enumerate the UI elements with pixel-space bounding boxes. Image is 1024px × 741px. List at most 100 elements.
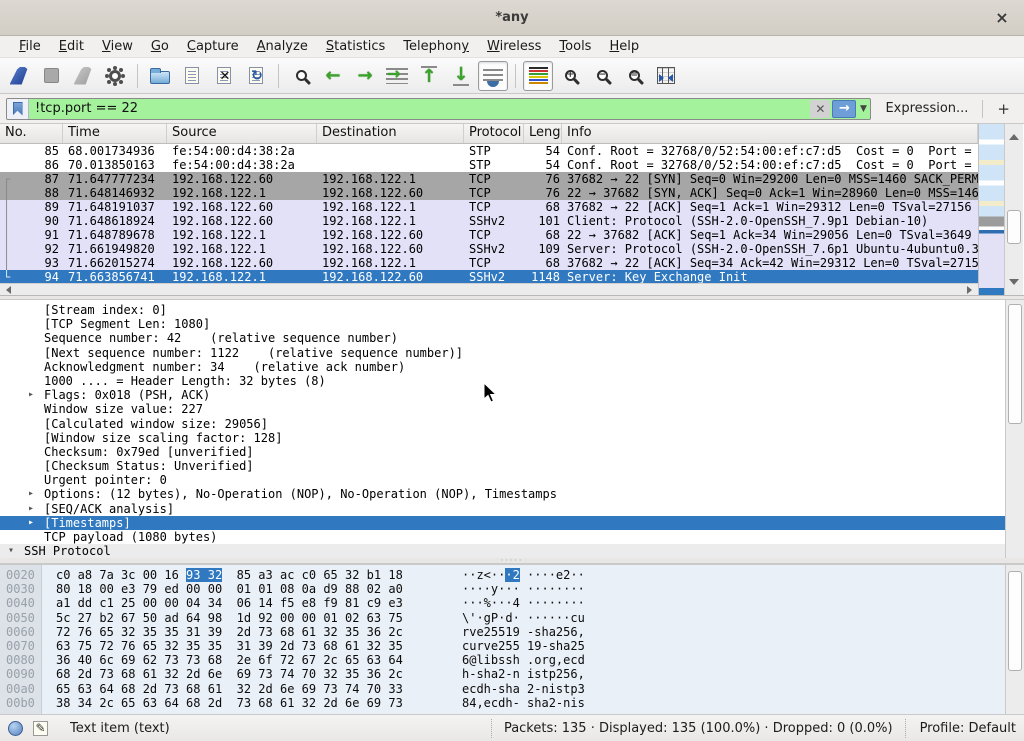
expand-arrow-icon[interactable]: ▸: [28, 502, 34, 516]
hex-bytes[interactable]: 5c 27 b2 67 50 ad 64 98 1d 92 00 00 01 0…: [56, 611, 403, 625]
column-header-time[interactable]: Time: [63, 124, 167, 143]
scroll-track[interactable]: [1006, 565, 1024, 714]
detail-line[interactable]: [TCP Segment Len: 1080]: [0, 317, 1005, 331]
detail-line[interactable]: [Stream index: 0]: [0, 303, 1005, 317]
hex-row[interactable]: 009068 2d 73 68 61 32 2d 6e 69 73 74 70 …: [0, 667, 1005, 681]
restart-capture-button[interactable]: [68, 61, 98, 91]
menu-file[interactable]: File: [10, 37, 50, 56]
packet-list-header[interactable]: No.TimeSourceDestinationProtocolLengthIn…: [0, 124, 978, 144]
reload-file-button[interactable]: ↻: [241, 61, 271, 91]
capture-options-button[interactable]: [100, 61, 130, 91]
column-header-destination[interactable]: Destination: [317, 124, 464, 143]
detail-line[interactable]: ▸[Timestamps]: [0, 516, 1005, 530]
auto-scroll-button[interactable]: [478, 61, 508, 91]
close-window-button[interactable]: ×: [992, 8, 1012, 28]
hex-bytes[interactable]: a1 dd c1 25 00 00 04 34 06 14 f5 e8 f9 8…: [56, 596, 403, 610]
collapse-arrow-icon[interactable]: ▾: [8, 544, 14, 558]
menu-analyze[interactable]: Analyze: [248, 37, 317, 56]
packet-row[interactable]: 8670.013850163fe:54:00:d4:38:2aSTP54Conf…: [0, 158, 978, 172]
profile-button[interactable]: Profile: Default: [905, 719, 1016, 738]
go-first-packet-button[interactable]: ↑: [414, 61, 444, 91]
filter-value[interactable]: !tcp.port == 22: [29, 101, 810, 116]
hex-ascii[interactable]: h-sha2-n istp256,: [462, 667, 585, 681]
detail-line[interactable]: Checksum: 0x79ed [unverified]: [0, 445, 1005, 459]
filter-clear-button[interactable]: ✕: [810, 100, 830, 118]
zoom-out-button[interactable]: −: [587, 61, 617, 91]
go-back-button[interactable]: ←: [318, 61, 348, 91]
packet-row[interactable]: 91│71.648789678192.168.122.1192.168.122.…: [0, 228, 978, 242]
menu-capture[interactable]: Capture: [178, 37, 248, 56]
hex-ascii[interactable]: 6@libssh .org,ecd: [462, 653, 585, 667]
column-header-info[interactable]: Info: [562, 124, 978, 143]
menu-tools[interactable]: Tools: [550, 37, 600, 56]
hex-row[interactable]: 00505c 27 b2 67 50 ad 64 98 1d 92 00 00 …: [0, 611, 1005, 625]
hex-bytes[interactable]: 38 34 2c 65 63 64 68 2d 73 68 61 32 2d 6…: [56, 696, 403, 710]
scroll-left-icon[interactable]: [2, 286, 11, 294]
hex-ascii[interactable]: curve255 19-sha25: [462, 639, 585, 653]
hex-row[interactable]: 008036 40 6c 69 62 73 73 68 2e 6f 72 67 …: [0, 653, 1005, 667]
hex-row[interactable]: 006072 76 65 32 35 35 31 39 2d 73 68 61 …: [0, 625, 1005, 639]
hex-bytes[interactable]: 68 2d 73 68 61 32 2d 6e 69 73 74 70 32 3…: [56, 667, 403, 681]
zoom-in-button[interactable]: +: [555, 61, 585, 91]
hex-ascii[interactable]: rve25519 -sha256,: [462, 625, 585, 639]
scroll-thumb[interactable]: [1007, 210, 1021, 244]
detail-line[interactable]: [Checksum Status: Unverified]: [0, 459, 1005, 473]
detail-line[interactable]: ▸Options: (12 bytes), No-Operation (NOP)…: [0, 487, 1005, 501]
hex-row[interactable]: 00b038 34 2c 65 63 64 68 2d 73 68 61 32 …: [0, 696, 1005, 710]
hex-row[interactable]: 0040a1 dd c1 25 00 00 04 34 06 14 f5 e8 …: [0, 596, 1005, 610]
packet-row[interactable]: 87┌71.647777234192.168.122.60192.168.122…: [0, 172, 978, 186]
packet-list-hscrollbar[interactable]: [0, 283, 978, 295]
expand-arrow-icon[interactable]: ▸: [28, 516, 34, 530]
scroll-thumb[interactable]: [1008, 571, 1022, 671]
expand-arrow-icon[interactable]: ▸: [28, 388, 34, 402]
packet-row[interactable]: 90│71.648618924192.168.122.60192.168.122…: [0, 214, 978, 228]
detail-line[interactable]: [Window size scaling factor: 128]: [0, 431, 1005, 445]
hex-ascii[interactable]: 84,ecdh- sha2-nis: [462, 696, 585, 710]
pane-splitter[interactable]: ·····: [0, 558, 1024, 564]
packet-list-vscrollbar[interactable]: [1004, 124, 1023, 295]
save-file-button[interactable]: [177, 61, 207, 91]
hex-row[interactable]: 003080 18 00 e3 79 ed 00 00 01 01 08 0a …: [0, 582, 1005, 596]
scroll-track[interactable]: [1006, 300, 1024, 558]
close-file-button[interactable]: ✕: [209, 61, 239, 91]
hex-row[interactable]: 00a065 63 64 68 2d 73 68 61 32 2d 6e 69 …: [0, 682, 1005, 696]
go-forward-button[interactable]: →: [350, 61, 380, 91]
detail-line[interactable]: ▸Flags: 0x018 (PSH, ACK): [0, 388, 1005, 402]
find-packet-button[interactable]: [286, 61, 316, 91]
packet-row[interactable]: 93│71.662015274192.168.122.60192.168.122…: [0, 256, 978, 270]
detail-line[interactable]: [Calculated window size: 29056]: [0, 417, 1005, 431]
hex-bytes[interactable]: 72 76 65 32 35 35 31 39 2d 73 68 61 32 3…: [56, 625, 403, 639]
detail-line[interactable]: Sequence number: 42 (relative sequence n…: [0, 331, 1005, 345]
capture-comment-icon[interactable]: ✎: [33, 721, 48, 736]
colorize-button[interactable]: [523, 61, 553, 91]
go-last-packet-button[interactable]: ↓: [446, 61, 476, 91]
packet-row[interactable]: 94└71.663856741192.168.122.1192.168.122.…: [0, 270, 978, 283]
hex-row[interactable]: 0020c0 a8 7a 3c 00 16 93 32 85 a3 ac c0 …: [0, 568, 1005, 582]
packet-list-minimap[interactable]: [978, 124, 1004, 295]
detail-line[interactable]: Acknowledgment number: 34 (relative ack …: [0, 360, 1005, 374]
column-header-no[interactable]: No.: [0, 124, 63, 143]
scroll-right-icon[interactable]: [967, 286, 976, 294]
scroll-track[interactable]: [1005, 140, 1023, 279]
display-filter-input[interactable]: !tcp.port == 22 ✕ → ▼: [6, 98, 871, 120]
hex-bytes[interactable]: 80 18 00 e3 79 ed 00 00 01 01 08 0a d9 8…: [56, 582, 403, 596]
detail-line[interactable]: TCP payload (1080 bytes): [0, 530, 1005, 544]
menu-help[interactable]: Help: [600, 37, 648, 56]
details-vscrollbar[interactable]: [1005, 300, 1024, 558]
open-file-button[interactable]: [145, 61, 175, 91]
packet-row[interactable]: 89│71.648191037192.168.122.60192.168.122…: [0, 200, 978, 214]
hex-ascii[interactable]: ecdh-sha 2-nistp3: [462, 682, 585, 696]
detail-line[interactable]: ▸[SEQ/ACK analysis]: [0, 502, 1005, 516]
stop-capture-button[interactable]: [36, 61, 66, 91]
packet-row[interactable]: 92│71.661949820192.168.122.1192.168.122.…: [0, 242, 978, 256]
detail-line[interactable]: 1000 .... = Header Length: 32 bytes (8): [0, 374, 1005, 388]
column-header-length[interactable]: Length: [524, 124, 562, 143]
menu-wireless[interactable]: Wireless: [478, 37, 550, 56]
add-filter-button[interactable]: +: [989, 100, 1018, 118]
scroll-thumb[interactable]: [1008, 304, 1022, 424]
hex-ascii[interactable]: \'·gP·d· ······cu: [462, 611, 585, 625]
detail-line[interactable]: Window size value: 227: [0, 402, 1005, 416]
filter-apply-button[interactable]: →: [832, 100, 856, 118]
start-capture-button[interactable]: [4, 61, 34, 91]
detail-line[interactable]: [Next sequence number: 1122 (relative se…: [0, 346, 1005, 360]
